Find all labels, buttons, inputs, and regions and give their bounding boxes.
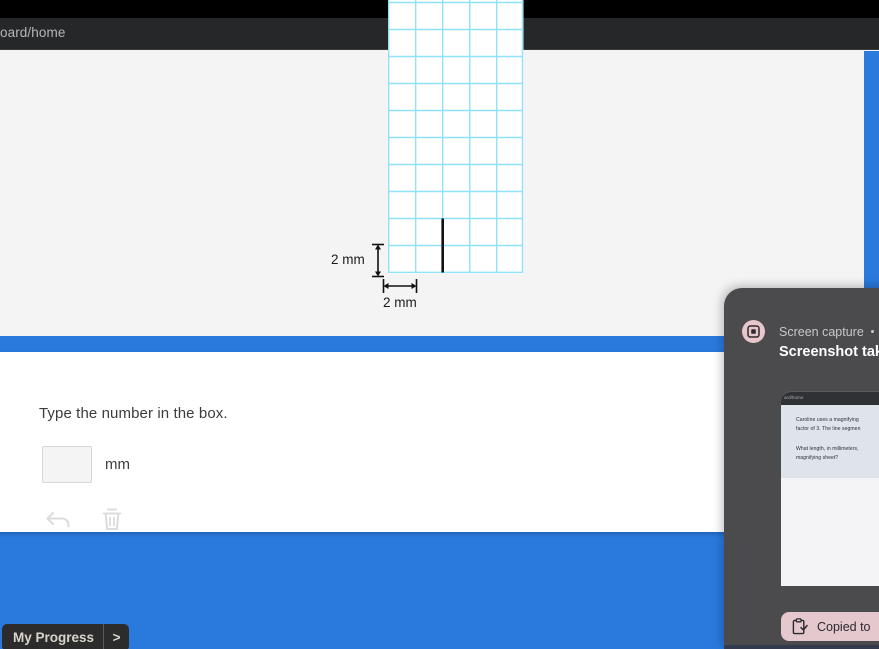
my-progress-button[interactable]: My Progress > [2,624,130,649]
horizontal-dimension-arrow [382,279,418,293]
my-progress-label: My Progress [13,630,95,645]
notification-thumbnail[interactable]: ard/home Caroline uses a magnifying fact… [781,391,879,586]
trash-can-glyph [102,508,122,530]
screenshot-root: oard/home 2 mm 2 mm Type the number in t… [0,0,879,649]
answer-card: Type the number in the box. mm [0,352,730,532]
screen-capture-glyph [747,325,760,338]
vertical-dimension-arrow [372,243,384,278]
chevron-right-icon: > [112,630,121,645]
screen-capture-icon [742,320,765,343]
vertical-dimension-label: 2 mm [331,252,365,267]
notification-separator-dot [870,330,874,333]
answer-tools [42,502,129,536]
thumbnail-text-line: What length, in millimeters, [796,446,859,452]
horizontal-dimension-label: 2 mm [383,295,417,310]
clipboard-check-icon [792,618,808,635]
screen-capture-notification[interactable]: Screen capture Screenshot tak ard/home C… [724,288,879,649]
thumbnail-url-text: ard/home [784,395,804,400]
thumbnail-text-line: magnifying sheet? [796,455,839,461]
grid-svg [388,0,524,274]
thumbnail-text-line: Caroline uses a magnifying [796,417,859,423]
thumbnail-text-line: factor of 3. The line segmen [796,426,861,432]
measurement-grid [388,0,524,274]
answer-prompt: Type the number in the box. [39,405,228,422]
copied-toast-text: Copied to [817,619,871,634]
notification-footer-strip [724,645,879,649]
notification-app-name: Screen capture [779,324,864,339]
trash-can-icon[interactable] [95,502,129,536]
thumbnail-question-area: Caroline uses a magnifying factor of 3. … [781,405,879,478]
answer-input[interactable] [42,446,92,483]
notification-title: Screenshot tak [779,344,879,360]
undo-arrow-icon[interactable] [42,502,76,536]
right-blue-rail [864,51,879,294]
grid-figure: 2 mm 2 mm [0,0,720,310]
notification-header: Screen capture [742,320,874,343]
copied-toast: Copied to [781,612,879,641]
undo-arrow-glyph [46,511,70,528]
answer-unit-label: mm [105,456,130,473]
thumbnail-blank-area [781,478,879,586]
